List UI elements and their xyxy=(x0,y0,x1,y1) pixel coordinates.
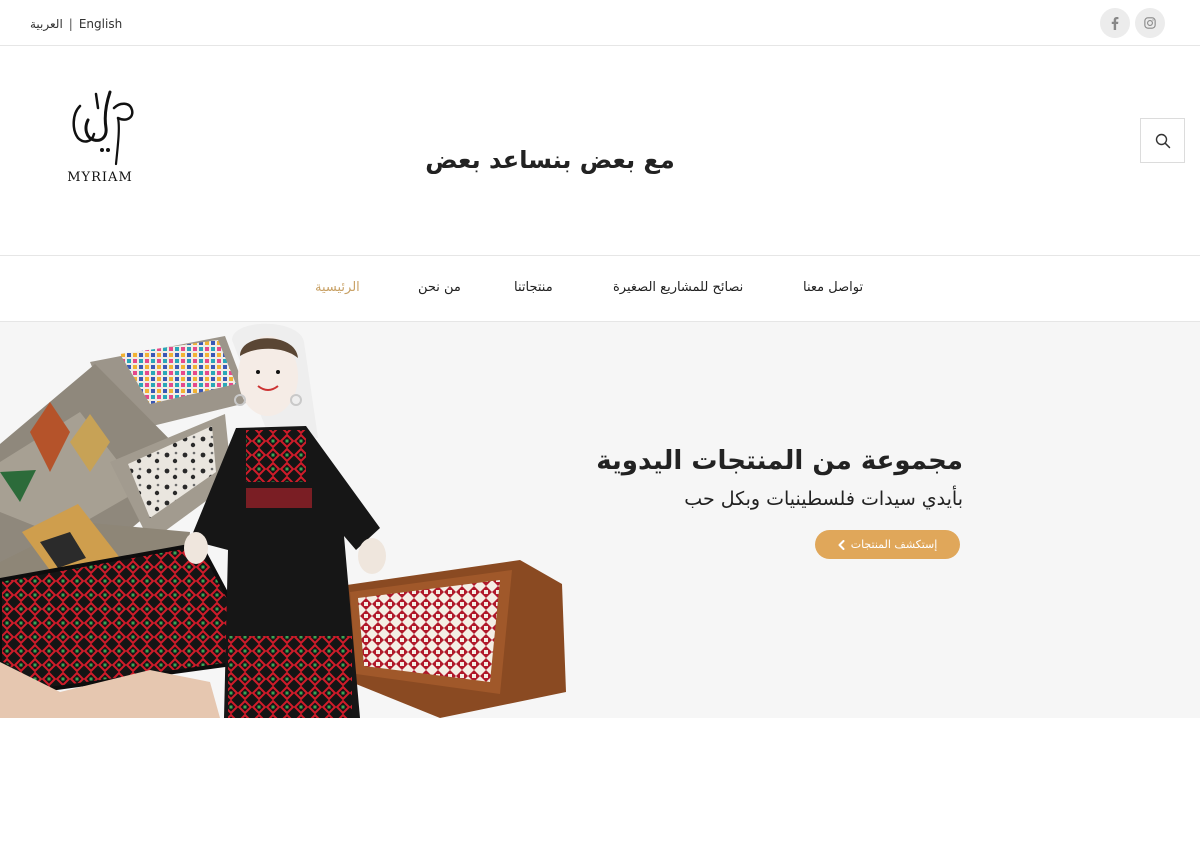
nav-item-products[interactable]: منتجاتنا xyxy=(514,280,553,295)
social-links xyxy=(1100,8,1165,38)
nav-item-about[interactable]: من نحن xyxy=(418,280,461,295)
top-bar: العربية | English xyxy=(0,0,1200,46)
lang-english-link[interactable]: English xyxy=(79,17,122,31)
myriam-logo[interactable]: MYRIAM xyxy=(58,84,148,188)
nav-item-contact[interactable]: تواصل معنا xyxy=(803,280,863,295)
site-tagline: مع بعض بنساعد بعض xyxy=(425,146,675,174)
hero-subtitle: بأيدي سيدات فلسطينيات وبكل حب xyxy=(684,488,963,510)
hero-title: مجموعة من المنتجات اليدوية xyxy=(596,446,963,476)
facebook-icon[interactable] xyxy=(1100,8,1130,38)
chevron-left-icon xyxy=(838,539,845,550)
main-nav: تواصل معنا نصائح للمشاريع الصغيرة منتجات… xyxy=(0,256,1200,322)
language-switcher: العربية | English xyxy=(30,17,122,31)
logo-wordmark: MYRIAM xyxy=(67,170,133,185)
explore-products-label: إستكشف المنتجات xyxy=(850,538,938,551)
hero-banner: مجموعة من المنتجات اليدوية بأيدي سيدات ف… xyxy=(0,322,1200,718)
lang-separator: | xyxy=(68,17,73,31)
site-header: MYRIAM مع بعض بنساعد بعض xyxy=(0,46,1200,256)
search-button[interactable] xyxy=(1140,118,1185,163)
search-icon xyxy=(1155,133,1170,148)
lang-arabic-link[interactable]: العربية xyxy=(30,17,63,31)
nav-item-tips[interactable]: نصائح للمشاريع الصغيرة xyxy=(613,280,743,295)
instagram-icon[interactable] xyxy=(1135,8,1165,38)
hero-products-image xyxy=(0,323,566,718)
explore-products-button[interactable]: إستكشف المنتجات xyxy=(815,530,960,559)
nav-item-home[interactable]: الرئيسية xyxy=(315,280,360,295)
